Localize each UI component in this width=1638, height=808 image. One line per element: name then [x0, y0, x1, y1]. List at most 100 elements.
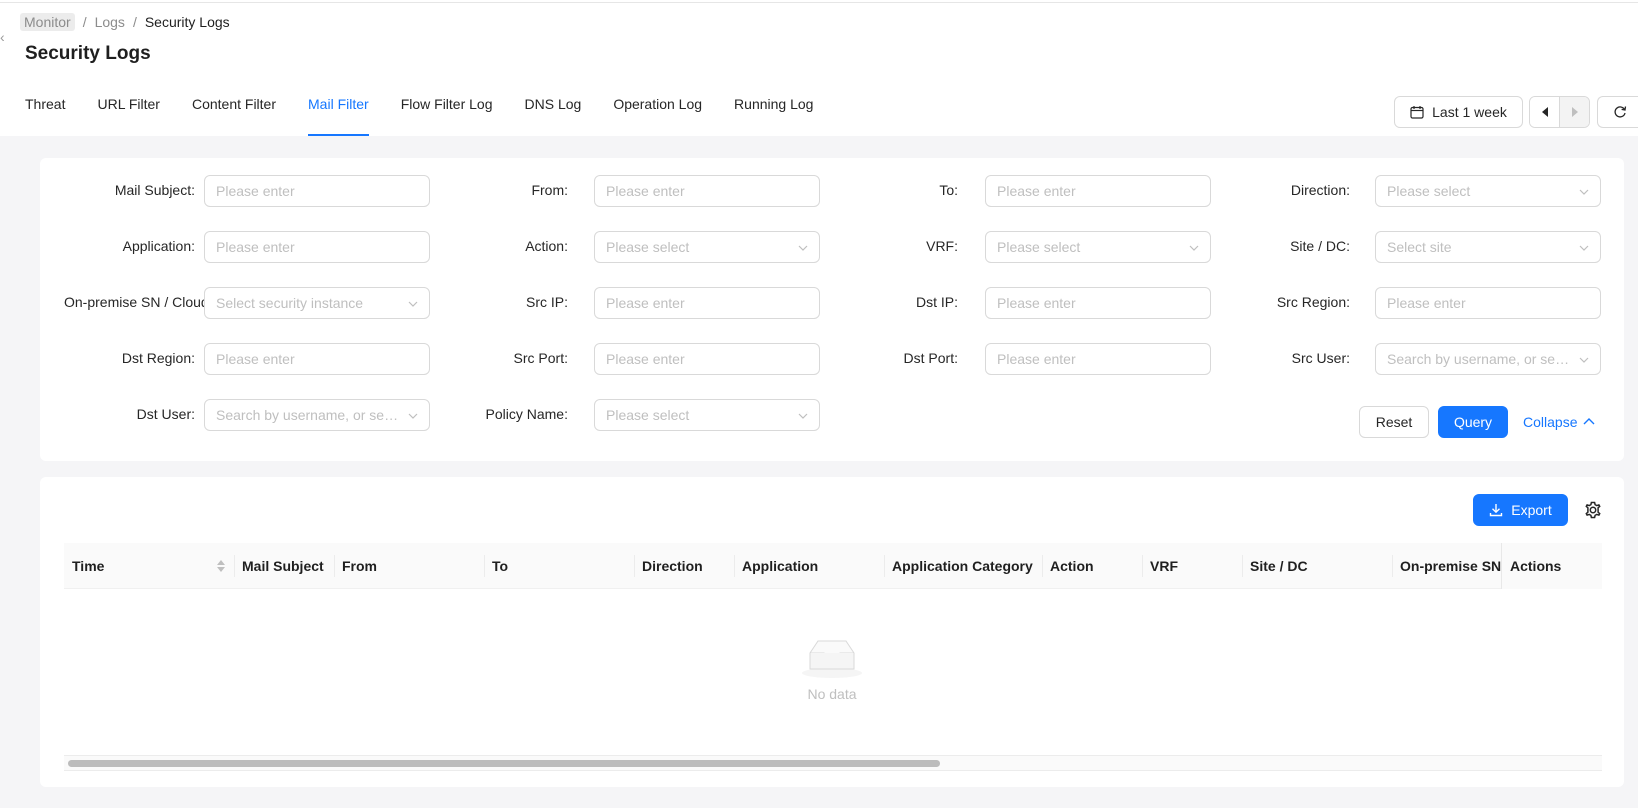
- chevron-down-icon: [798, 413, 808, 419]
- src-port-input[interactable]: Please enter: [594, 343, 820, 375]
- table-header: Time Mail Subject From To Direction Appl…: [64, 543, 1602, 589]
- chevron-down-icon: [1579, 189, 1589, 195]
- chevron-down-icon: [1189, 245, 1199, 251]
- from-input[interactable]: Please enter: [594, 175, 820, 207]
- time-range-button[interactable]: Last 1 week: [1394, 96, 1523, 128]
- page-header: ‹ Monitor / Logs / Security Logs Securit…: [0, 3, 1638, 136]
- application-input[interactable]: Please enter: [204, 231, 430, 263]
- breadcrumb-monitor[interactable]: Monitor: [20, 13, 75, 31]
- dst-ip-label: Dst IP:: [915, 294, 958, 310]
- vrf-label: VRF:: [926, 238, 958, 254]
- results-panel: Export Time Mail Subject From To Directi…: [40, 477, 1624, 787]
- vrf-select[interactable]: Please select: [985, 231, 1211, 263]
- time-tools: Last 1 week: [1394, 96, 1638, 128]
- tab-dns-log[interactable]: DNS Log: [525, 91, 582, 136]
- breadcrumb: Monitor / Logs / Security Logs: [20, 13, 230, 31]
- col-site-dc: Site / DC: [1242, 543, 1392, 589]
- dst-region-input[interactable]: Please enter: [204, 343, 430, 375]
- chevron-down-icon: [1579, 357, 1589, 363]
- col-application: Application: [734, 543, 884, 589]
- col-vrf: VRF: [1142, 543, 1242, 589]
- chevron-up-icon: [1583, 418, 1595, 425]
- gear-icon[interactable]: [1583, 500, 1603, 520]
- page-title: Security Logs: [25, 43, 151, 64]
- breadcrumb-separator: /: [132, 14, 137, 30]
- chevron-down-icon: [798, 245, 808, 251]
- caret-left-icon: [1541, 107, 1548, 117]
- action-select[interactable]: Please select: [594, 231, 820, 263]
- policy-name-label: Policy Name:: [485, 406, 568, 422]
- to-label: To:: [939, 182, 958, 198]
- col-application-category: Application Category: [884, 543, 1042, 589]
- collapse-label: Collapse: [1523, 414, 1578, 430]
- application-label: Application:: [122, 238, 195, 254]
- sort-icon[interactable]: [216, 558, 226, 574]
- mail-subject-input[interactable]: Please enter: [204, 175, 430, 207]
- tab-url-filter[interactable]: URL Filter: [97, 91, 160, 136]
- direction-select[interactable]: Please select: [1375, 175, 1601, 207]
- policy-name-select[interactable]: Please select: [594, 399, 820, 431]
- src-region-label: Src Region:: [1276, 294, 1350, 310]
- calendar-icon: [1410, 106, 1424, 119]
- src-region-input[interactable]: Please enter: [1375, 287, 1601, 319]
- caret-right-icon: [1571, 107, 1578, 117]
- src-ip-label: Src IP:: [525, 294, 568, 310]
- time-range-label: Last 1 week: [1432, 104, 1507, 120]
- dst-region-label: Dst Region:: [121, 350, 195, 366]
- chevron-down-icon: [1579, 245, 1589, 251]
- onprem-label: On-premise SN / Cloud: [64, 294, 204, 310]
- col-time[interactable]: Time: [64, 543, 234, 589]
- tab-mail-filter[interactable]: Mail Filter: [308, 91, 369, 136]
- src-port-label: Src Port:: [513, 350, 568, 366]
- action-label: Action:: [525, 238, 568, 254]
- breadcrumb-separator: /: [82, 14, 87, 30]
- col-action: Action: [1042, 543, 1142, 589]
- direction-label: Direction:: [1290, 182, 1350, 198]
- col-mail-subject: Mail Subject: [234, 543, 334, 589]
- tab-operation-log[interactable]: Operation Log: [613, 91, 702, 136]
- mail-subject-label: Mail Subject:: [114, 182, 195, 198]
- col-on-premise-sn: On-premise SN: [1392, 543, 1501, 589]
- onprem-select[interactable]: Select security instance: [204, 287, 430, 319]
- empty-box-icon: [802, 640, 862, 678]
- next-period-button[interactable]: [1559, 97, 1589, 127]
- dst-user-select[interactable]: Search by username, or select: [204, 399, 430, 431]
- dst-user-label: Dst User:: [136, 406, 195, 422]
- dst-port-label: Dst Port:: [903, 350, 958, 366]
- dst-ip-input[interactable]: Please enter: [985, 287, 1211, 319]
- export-button[interactable]: Export: [1473, 494, 1568, 526]
- breadcrumb-current: Security Logs: [144, 14, 230, 30]
- refresh-icon: [1613, 106, 1626, 118]
- breadcrumb-logs[interactable]: Logs: [95, 14, 125, 30]
- dst-port-input[interactable]: Please enter: [985, 343, 1211, 375]
- site-select[interactable]: Select site: [1375, 231, 1601, 263]
- time-pager: [1529, 96, 1590, 128]
- prev-period-button[interactable]: [1530, 97, 1559, 127]
- src-user-label: Src User:: [1291, 350, 1350, 366]
- col-to: To: [484, 543, 634, 589]
- reset-button[interactable]: Reset: [1359, 406, 1429, 438]
- collapse-filters-link[interactable]: Collapse: [1523, 406, 1595, 438]
- from-label: From:: [531, 182, 568, 198]
- src-ip-input[interactable]: Please enter: [594, 287, 820, 319]
- query-button[interactable]: Query: [1438, 406, 1508, 438]
- src-user-select[interactable]: Search by username, or select: [1375, 343, 1601, 375]
- chevron-down-icon: [408, 301, 418, 307]
- export-label: Export: [1511, 502, 1552, 518]
- tab-running-log[interactable]: Running Log: [734, 91, 813, 136]
- col-actions: Actions: [1501, 543, 1602, 589]
- tab-flow-filter-log[interactable]: Flow Filter Log: [401, 91, 493, 136]
- download-icon: [1490, 504, 1503, 517]
- tab-content-filter[interactable]: Content Filter: [192, 91, 276, 136]
- empty-state: No data: [40, 635, 1624, 702]
- horizontal-scrollbar[interactable]: [64, 755, 1602, 771]
- empty-state-text: No data: [807, 686, 857, 702]
- sidebar-collapse-icon[interactable]: ‹: [0, 29, 8, 45]
- refresh-button[interactable]: [1597, 96, 1638, 128]
- col-from: From: [334, 543, 484, 589]
- col-direction: Direction: [634, 543, 734, 589]
- chevron-down-icon: [408, 413, 418, 419]
- tab-threat[interactable]: Threat: [25, 91, 65, 136]
- scrollbar-thumb[interactable]: [68, 760, 940, 767]
- to-input[interactable]: Please enter: [985, 175, 1211, 207]
